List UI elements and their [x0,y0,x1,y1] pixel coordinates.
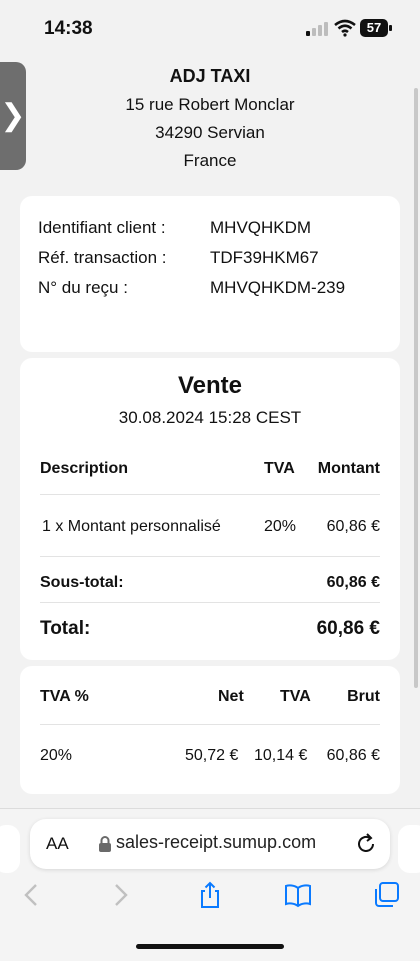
address-bar[interactable]: AA sales-receipt.sumup.com [30,819,390,869]
book-icon[interactable] [284,881,312,909]
scrollbar[interactable] [414,88,418,688]
lock-icon [99,836,111,852]
home-indicator[interactable] [136,944,284,949]
transaction-ref-label: Réf. transaction : [38,248,167,267]
sale-card: Vente 30.08.2024 15:28 CEST Description … [20,358,400,660]
cellular-signal-icon [306,22,328,36]
text-size-button[interactable]: AA [46,834,69,854]
subtotal-label: Sous-total: [40,574,124,591]
merchant-street: 15 rue Robert Monclar [125,95,295,114]
status-bar: 14:38 57 [0,0,420,56]
col-header-gross: Brut [347,688,380,705]
col-header-vat: TVA [264,460,295,477]
sale-title: Vente [177,372,243,399]
tabs-icon[interactable] [372,881,400,909]
col-header-vat-amount: TVA [280,688,311,705]
back-arrow-icon[interactable] [18,881,46,909]
vat-amount-value: 10,14 € [254,747,308,764]
col-header-amount: Montant [317,460,380,477]
previous-tab-preview[interactable] [0,825,20,873]
transaction-ref-value: TDF39HKM67 [210,248,319,267]
receipt-number-label: N° du reçu : [38,278,128,297]
col-header-net: Net [218,688,244,705]
battery-icon: 57 [360,19,392,37]
share-icon[interactable] [196,881,224,909]
subtotal-value: 60,86 € [326,574,380,591]
col-header-vat-rate: TVA % [40,688,89,705]
customer-id-value: MHVQHKDM [210,218,312,237]
sale-datetime: 30.08.2024 15:28 CEST [118,408,302,427]
customer-id-label: Identifiant client : [38,218,166,237]
merchant-country: France [183,151,237,170]
wifi-icon [334,19,356,37]
divider [40,556,380,557]
item-vat: 20% [264,518,297,535]
item-description: 1 x Montant personnalisé [42,518,221,535]
identifiers-card: Identifiant client : MHVQHKDM Réf. trans… [20,196,400,352]
reload-icon[interactable] [354,832,378,856]
net-value: 50,72 € [185,747,239,764]
merchant-name: ADJ TAXI [169,66,251,86]
divider [40,724,380,725]
vat-rate-value: 20% [40,747,73,764]
vat-breakdown-card: TVA % Net TVA Brut 20% 50,72 € 10,14 € 6… [20,666,400,794]
forward-arrow-icon[interactable] [106,881,134,909]
item-amount: 60,86 € [326,518,380,535]
battery-level: 57 [366,20,382,35]
gross-value: 60,86 € [326,747,380,764]
next-tab-preview[interactable] [398,825,420,873]
total-label: Total: [40,618,91,639]
status-time: 14:38 [44,18,93,39]
receipt-number-value: MHVQHKDM-239 [210,278,346,297]
url-text[interactable]: sales-receipt.sumup.com [116,832,316,853]
browser-toolbar: AA sales-receipt.sumup.com [0,808,420,961]
merchant-city: 34290 Servian [155,123,265,142]
merchant-header: ADJ TAXI 15 rue Robert Monclar 34290 Ser… [0,62,420,171]
divider [40,602,380,603]
divider [40,494,380,495]
col-header-description: Description [40,460,129,477]
total-value: 60,86 € [316,618,380,639]
